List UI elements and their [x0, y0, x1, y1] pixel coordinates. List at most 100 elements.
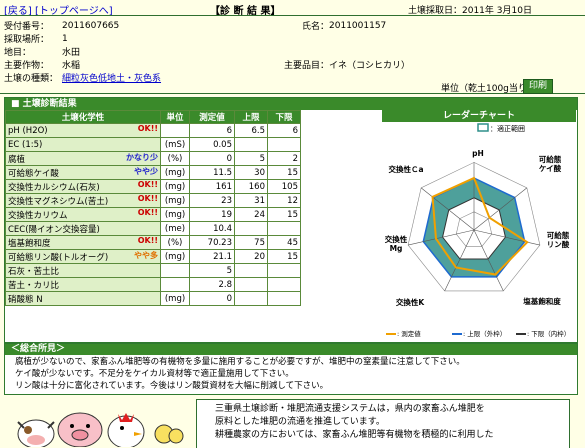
- variety-value: イネ（コシヒカリ）: [329, 61, 411, 71]
- soil-property-name: 石灰・苦土比: [5, 263, 161, 278]
- unit-note: 単位（乾土100g当り）: [441, 84, 536, 94]
- site-label: 採取場所：: [4, 35, 50, 45]
- soil-row: 硝酸態 N (mg) 0: [5, 291, 301, 306]
- unit-cell: [160, 123, 190, 138]
- soil-row: 交換性カルシウム(石灰) OK!! (mg) 161 160 105: [5, 179, 301, 194]
- value-cell: 70.23: [189, 235, 235, 250]
- soil-result-header: ■ 土壌診断結果: [5, 98, 577, 110]
- property-label: EC (1:5): [8, 139, 43, 150]
- value-cell: 0: [189, 151, 235, 166]
- radar-chart: ：適正範囲 pH 可給態 ケイ酸 可給態 リン酸 塩基飽和度 交換性K 交換性 Mg 交換性Ｃa: …: [382, 122, 576, 341]
- lower-cell: 15: [267, 249, 301, 264]
- receipt-value: 2011607665: [62, 20, 120, 31]
- value-cell: 10.4: [189, 221, 235, 236]
- land-label: 地目：: [4, 48, 32, 58]
- info-banner: 三重県土壌診断・堆肥流通支援システムは，県内の家畜ふん堆肥を 原料とした堆肥の流…: [196, 399, 570, 448]
- upper-cell: [234, 263, 268, 278]
- unit-cell: (mg): [160, 165, 190, 180]
- assessment-tag: かなり少: [126, 153, 158, 162]
- soil-row: 交換性マグネシウム(苦土) OK!! (mg) 23 31 12: [5, 193, 301, 208]
- soil-property-name: 苦土・カリ比: [5, 277, 161, 292]
- upper-cell: 31: [234, 193, 268, 208]
- info-table: 受付番号： 2011607665 氏名： 2011001157 採取場所： 1 …: [4, 19, 411, 85]
- axis-label-base-saturation: 塩基飽和度: [523, 296, 561, 306]
- upper-cell: 160: [234, 179, 268, 194]
- banner-line: 原料とした堆肥の流通を推進しています。: [215, 417, 385, 427]
- upper-cell: [234, 137, 268, 152]
- axis-label-ph: pH: [472, 149, 484, 158]
- print-button[interactable]: 印刷: [523, 79, 553, 94]
- property-label: 腐植: [8, 154, 26, 165]
- col-lower: 下限: [267, 110, 301, 124]
- lower-cell: 105: [267, 179, 301, 194]
- upper-cell: 30: [234, 165, 268, 180]
- legend-lower-label: : 下限（内枠）: [527, 329, 570, 338]
- value-cell: 161: [189, 179, 235, 194]
- assessment-tag: やや少: [134, 167, 158, 176]
- unit-cell: (mg): [160, 193, 190, 208]
- assessment-tag: OK!!: [137, 124, 158, 133]
- value-cell: 0: [189, 291, 235, 306]
- upper-cell: 24: [234, 207, 268, 222]
- axis-label-ca: 交換性Ｃa: [388, 164, 423, 174]
- soil-property-name: 交換性マグネシウム(苦土) OK!!: [5, 193, 161, 208]
- assessment-tag: OK!!: [137, 194, 158, 203]
- axis-label-silicate: 可給態: [539, 154, 562, 164]
- value-cell: 2.8: [189, 277, 235, 292]
- unit-cell: (mg): [160, 179, 190, 194]
- soil-property-name: EC (1:5): [5, 137, 161, 152]
- lower-cell: 15: [267, 165, 301, 180]
- radar-header: レーダーチャート: [382, 110, 576, 122]
- value-cell: 5: [189, 263, 235, 278]
- crop-label: 主要作物：: [4, 61, 50, 71]
- soil-row: 可給態ケイ酸 やや少 (mg) 11.5 30 15: [5, 165, 301, 180]
- soil-type-link[interactable]: 細粒灰色低地土・灰色系: [62, 74, 161, 84]
- axis-label-mg: 交換性: [385, 234, 408, 244]
- property-label: 可給態リン酸(トルオーグ): [8, 252, 109, 263]
- upper-cell: [234, 291, 268, 306]
- comment-lines: 腐植が少ないので、家畜ふん堆肥等の有機物を多量に施用することが必要ですが、堆肥中…: [15, 356, 465, 392]
- col-value: 測定値: [189, 110, 235, 124]
- upper-cell: 6.5: [234, 123, 268, 138]
- property-label: 交換性カルシウム(石灰): [8, 182, 100, 193]
- soil-row: 交換性カリウム OK!! (mg) 19 24 15: [5, 207, 301, 222]
- lower-cell: [267, 263, 301, 278]
- upper-cell: 20: [234, 249, 268, 264]
- assessment-tag: やや多: [134, 251, 158, 260]
- soil-row: pH (H2O) OK!! 6 6.5 6: [5, 123, 301, 138]
- value-cell: 19: [189, 207, 235, 222]
- unit-cell: (mg): [160, 249, 190, 264]
- col-unit: 単位: [160, 110, 190, 124]
- comment-box: ＜総合所見＞ 腐植が少ないので、家畜ふん堆肥等の有機物を多量に施用することが必要…: [4, 343, 578, 395]
- receipt-label: 受付番号：: [4, 22, 50, 32]
- legend-range-label: ：適正範囲: [490, 124, 525, 133]
- unit-cell: (%): [160, 235, 190, 250]
- legend-range-swatch: [477, 123, 489, 132]
- soil-table-header: 土壌化学性 単位 測定値 上限 下限: [5, 110, 301, 124]
- land-value: 水田: [62, 48, 81, 58]
- property-label: 交換性カリウム: [8, 210, 68, 221]
- radar-panel: レーダーチャート ：適正範囲 pH 可給態 ケイ酸 可給態 リン酸 塩基飽和度 交換性K 交換性…: [382, 110, 576, 341]
- soil-row: EC (1:5) (mS) 0.05: [5, 137, 301, 152]
- mascot-illustration: [17, 412, 184, 447]
- soil-property-name: 塩基飽和度 OK!!: [5, 235, 161, 250]
- lower-cell: 12: [267, 193, 301, 208]
- property-label: 可給態ケイ酸: [8, 168, 59, 179]
- property-label: pH (H2O): [8, 125, 48, 136]
- axis-label-k: 交換性K: [396, 297, 425, 307]
- property-label: 塩基飽和度: [8, 238, 51, 249]
- value-cell: 23: [189, 193, 235, 208]
- name-label: 氏名：: [302, 22, 330, 32]
- assessment-tag: OK!!: [137, 208, 158, 217]
- lower-cell: 15: [267, 207, 301, 222]
- soil-row: CEC(陽イオン交換容量) (me) 10.4: [5, 221, 301, 236]
- soil-row: 石灰・苦土比 5: [5, 263, 301, 278]
- assessment-tag: OK!!: [137, 236, 158, 245]
- soil-row: 可給態リン酸(トルオーグ) やや多 (mg) 21.1 20 15: [5, 249, 301, 264]
- site-value: 1: [62, 33, 68, 44]
- value-cell: 0.05: [189, 137, 235, 152]
- soil-result-box: ■ 土壌診断結果 土壌化学性 単位 測定値 上限 下限 pH (H2O) OK!!…: [4, 97, 578, 343]
- value-cell: 6: [189, 123, 235, 138]
- property-label: 交換性マグネシウム(苦土): [8, 196, 109, 207]
- col-upper: 上限: [234, 110, 268, 124]
